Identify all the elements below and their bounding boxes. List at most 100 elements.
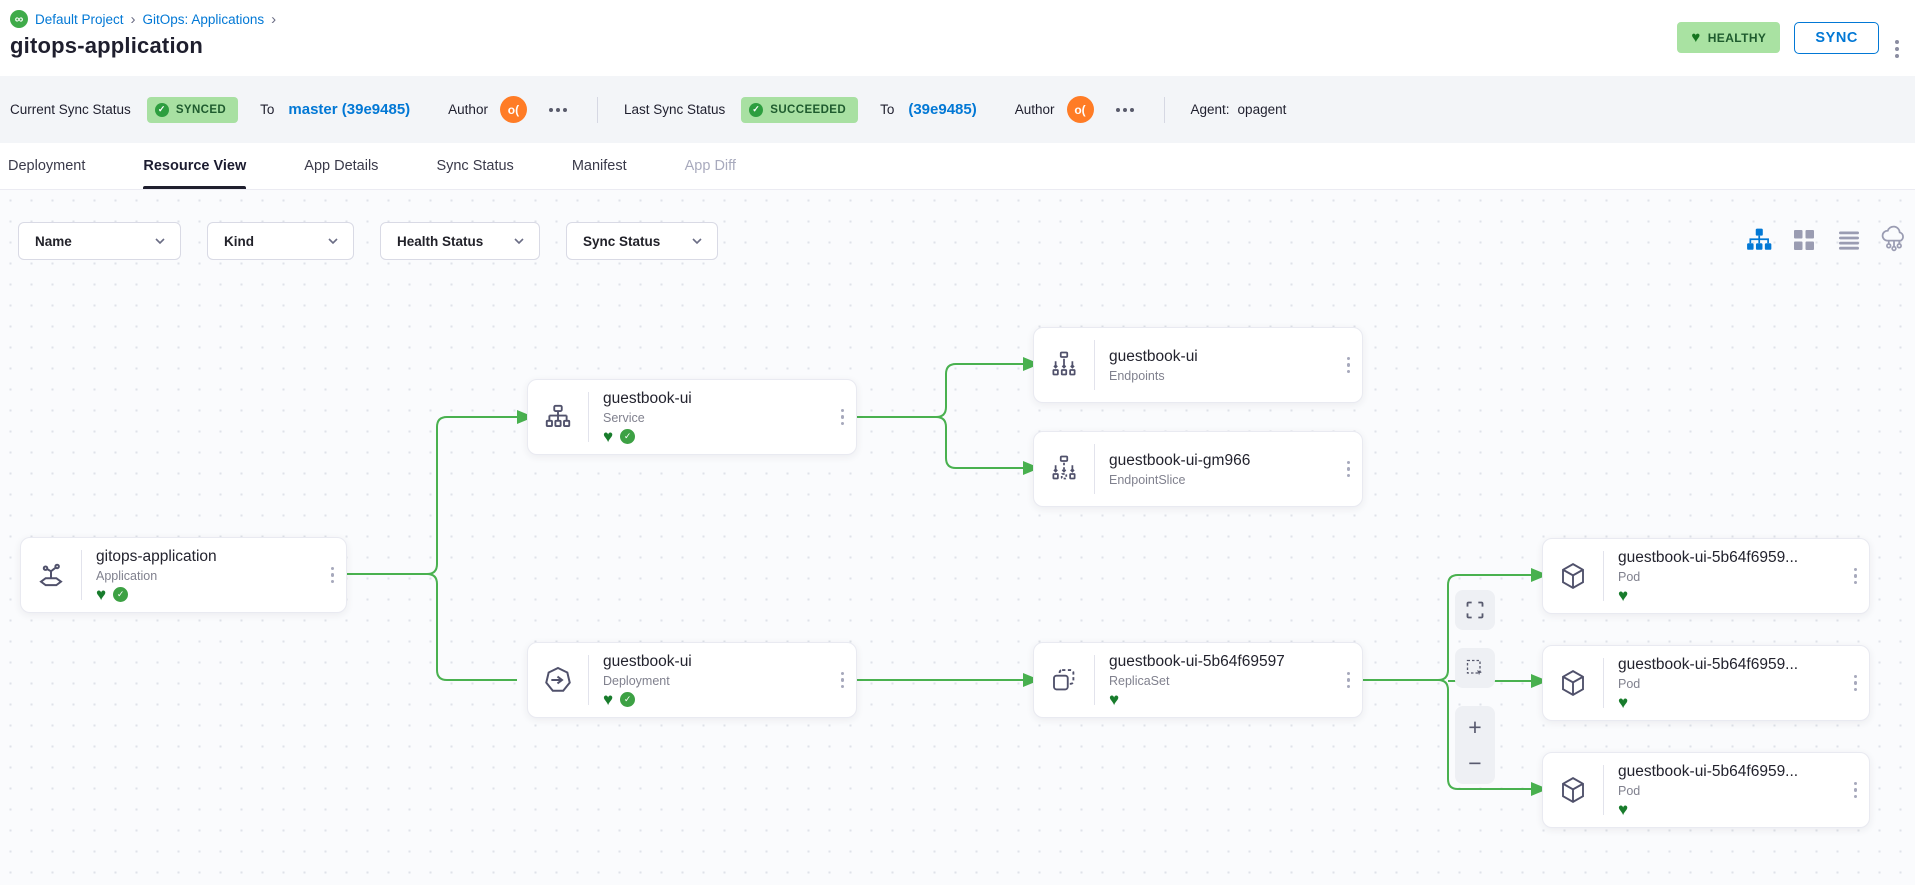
endpointslice-icon <box>1034 454 1094 484</box>
breadcrumb-link-gitops-applications[interactable]: GitOps: Applications <box>143 12 265 27</box>
replicaset-icon <box>1034 665 1094 695</box>
marquee-select-icon <box>1465 658 1485 678</box>
healthy-heart-icon: ♥ <box>1618 589 1628 603</box>
healthy-heart-icon: ♥ <box>603 693 613 707</box>
node-menu-icon[interactable] <box>1850 562 1870 591</box>
selection-mode-button[interactable] <box>1455 648 1495 688</box>
node-kind: Deployment <box>603 674 823 688</box>
resource-node-pod-3[interactable]: guestbook-ui-5b64f6959... Pod ♥ <box>1542 752 1870 828</box>
resource-node-endpointslice[interactable]: guestbook-ui-gm966 EndpointSlice <box>1033 431 1363 507</box>
filter-sync-status-label: Sync Status <box>583 234 660 249</box>
synced-check-icon: ✓ <box>620 429 635 444</box>
last-sync-group: Last Sync Status ✓ SUCCEEDED To (39e9485… <box>624 96 1138 123</box>
node-menu-icon[interactable] <box>1343 455 1363 484</box>
node-menu-icon[interactable] <box>327 561 347 590</box>
synced-check-icon: ✓ <box>113 587 128 602</box>
resource-node-pod-2[interactable]: guestbook-ui-5b64f6959... Pod ♥ <box>1542 645 1870 721</box>
list-view-icon <box>1837 228 1861 252</box>
node-kind: EndpointSlice <box>1109 473 1329 487</box>
check-circle-icon: ✓ <box>155 103 169 117</box>
filter-health-status-dropdown[interactable]: Health Status <box>380 222 540 260</box>
breadcrumb-separator: › <box>131 11 136 28</box>
fit-view-button[interactable] <box>1455 590 1495 630</box>
tab-deployment[interactable]: Deployment <box>8 143 85 189</box>
filter-name-dropdown[interactable]: Name <box>18 222 181 260</box>
succeeded-badge-label: SUCCEEDED <box>770 104 846 116</box>
node-kind: Application <box>96 569 313 583</box>
node-kind: Service <box>603 411 823 425</box>
synced-badge: ✓ SYNCED <box>147 97 238 123</box>
filter-sync-status-dropdown[interactable]: Sync Status <box>566 222 718 260</box>
node-menu-icon[interactable] <box>1343 351 1363 380</box>
expand-icon <box>1465 600 1485 620</box>
resource-node-pod-1[interactable]: guestbook-ui-5b64f6959... Pod ♥ <box>1542 538 1870 614</box>
node-menu-icon[interactable] <box>1850 776 1870 805</box>
grid-view-icon <box>1792 228 1816 252</box>
endpoints-icon <box>1034 350 1094 380</box>
sync-button[interactable]: SYNC <box>1794 22 1879 54</box>
agent-value: opagent <box>1238 102 1287 117</box>
filter-kind-dropdown[interactable]: Kind <box>207 222 354 260</box>
list-view-button[interactable] <box>1835 226 1863 254</box>
node-title: gitops-application <box>96 548 313 566</box>
service-icon <box>528 402 588 432</box>
tab-sync-status[interactable]: Sync Status <box>436 143 513 189</box>
current-author-avatar: o( <box>500 96 527 123</box>
resource-node-application[interactable]: gitops-application Application ♥ ✓ <box>20 537 347 613</box>
breadcrumb-separator: › <box>271 11 276 28</box>
node-kind: Endpoints <box>1109 369 1329 383</box>
tree-view-button[interactable] <box>1745 226 1773 254</box>
pod-icon <box>1543 561 1603 591</box>
gitops-logo-icon: ∞ <box>10 10 28 28</box>
filter-kind-label: Kind <box>224 234 254 249</box>
tab-manifest[interactable]: Manifest <box>572 143 627 189</box>
last-author-label: Author <box>1015 102 1055 117</box>
node-menu-icon[interactable] <box>837 666 857 695</box>
grid-view-button[interactable] <box>1790 226 1818 254</box>
last-more-icon[interactable] <box>1112 104 1138 116</box>
node-title: guestbook-ui-5b64f6959... <box>1618 549 1836 567</box>
healthy-heart-icon: ♥ <box>1618 696 1628 710</box>
header-more-menu-icon[interactable] <box>1893 34 1901 64</box>
succeeded-badge: ✓ SUCCEEDED <box>741 97 858 123</box>
healthy-heart-icon: ♥ <box>603 430 613 444</box>
current-to-label: To <box>260 102 274 117</box>
node-title: guestbook-ui-gm966 <box>1109 452 1329 470</box>
resource-graph-canvas[interactable]: Name Kind Health Status Sync Status <box>0 190 1915 885</box>
healthy-heart-icon: ♥ <box>1618 803 1628 817</box>
synced-check-icon: ✓ <box>620 692 635 707</box>
node-menu-icon[interactable] <box>1850 669 1870 698</box>
current-target-link[interactable]: master (39e9485) <box>288 101 410 118</box>
tab-resource-view[interactable]: Resource View <box>143 143 246 189</box>
node-kind: Pod <box>1618 677 1836 691</box>
healthy-heart-icon: ♥ <box>96 588 106 602</box>
chevron-down-icon <box>513 235 525 247</box>
zoom-in-button[interactable]: + <box>1468 709 1481 745</box>
network-view-button[interactable] <box>1880 226 1908 254</box>
node-title: guestbook-ui-5b64f69597 <box>1109 653 1329 671</box>
tab-app-diff[interactable]: App Diff <box>685 143 736 189</box>
node-kind: Pod <box>1618 784 1836 798</box>
node-menu-icon[interactable] <box>1343 666 1363 695</box>
tab-app-details[interactable]: App Details <box>304 143 378 189</box>
gitops-application-page: ∞ Default Project › GitOps: Applications… <box>0 0 1915 885</box>
health-status-badge: ♥ HEALTHY <box>1677 22 1780 53</box>
zoom-out-button[interactable]: − <box>1468 745 1481 781</box>
resource-node-replicaset[interactable]: guestbook-ui-5b64f69597 ReplicaSet ♥ <box>1033 642 1363 718</box>
node-menu-icon[interactable] <box>837 403 857 432</box>
last-target-link[interactable]: (39e9485) <box>908 101 976 118</box>
page-header: ∞ Default Project › GitOps: Applications… <box>0 0 1915 76</box>
header-left: ∞ Default Project › GitOps: Applications… <box>10 10 276 76</box>
heart-icon: ♥ <box>1691 30 1700 45</box>
current-more-icon[interactable] <box>545 104 571 116</box>
chevron-down-icon <box>154 235 166 247</box>
health-status-label: HEALTHY <box>1708 31 1767 45</box>
filter-health-status-label: Health Status <box>397 234 483 249</box>
breadcrumb-link-project[interactable]: Default Project <box>35 12 124 27</box>
agent-label: Agent: <box>1191 102 1230 117</box>
resource-node-service[interactable]: guestbook-ui Service ♥ ✓ <box>527 379 857 455</box>
resource-node-endpoints[interactable]: guestbook-ui Endpoints <box>1033 327 1363 403</box>
node-kind: ReplicaSet <box>1109 674 1329 688</box>
resource-node-deployment[interactable]: guestbook-ui Deployment ♥ ✓ <box>527 642 857 718</box>
node-kind: Pod <box>1618 570 1836 584</box>
